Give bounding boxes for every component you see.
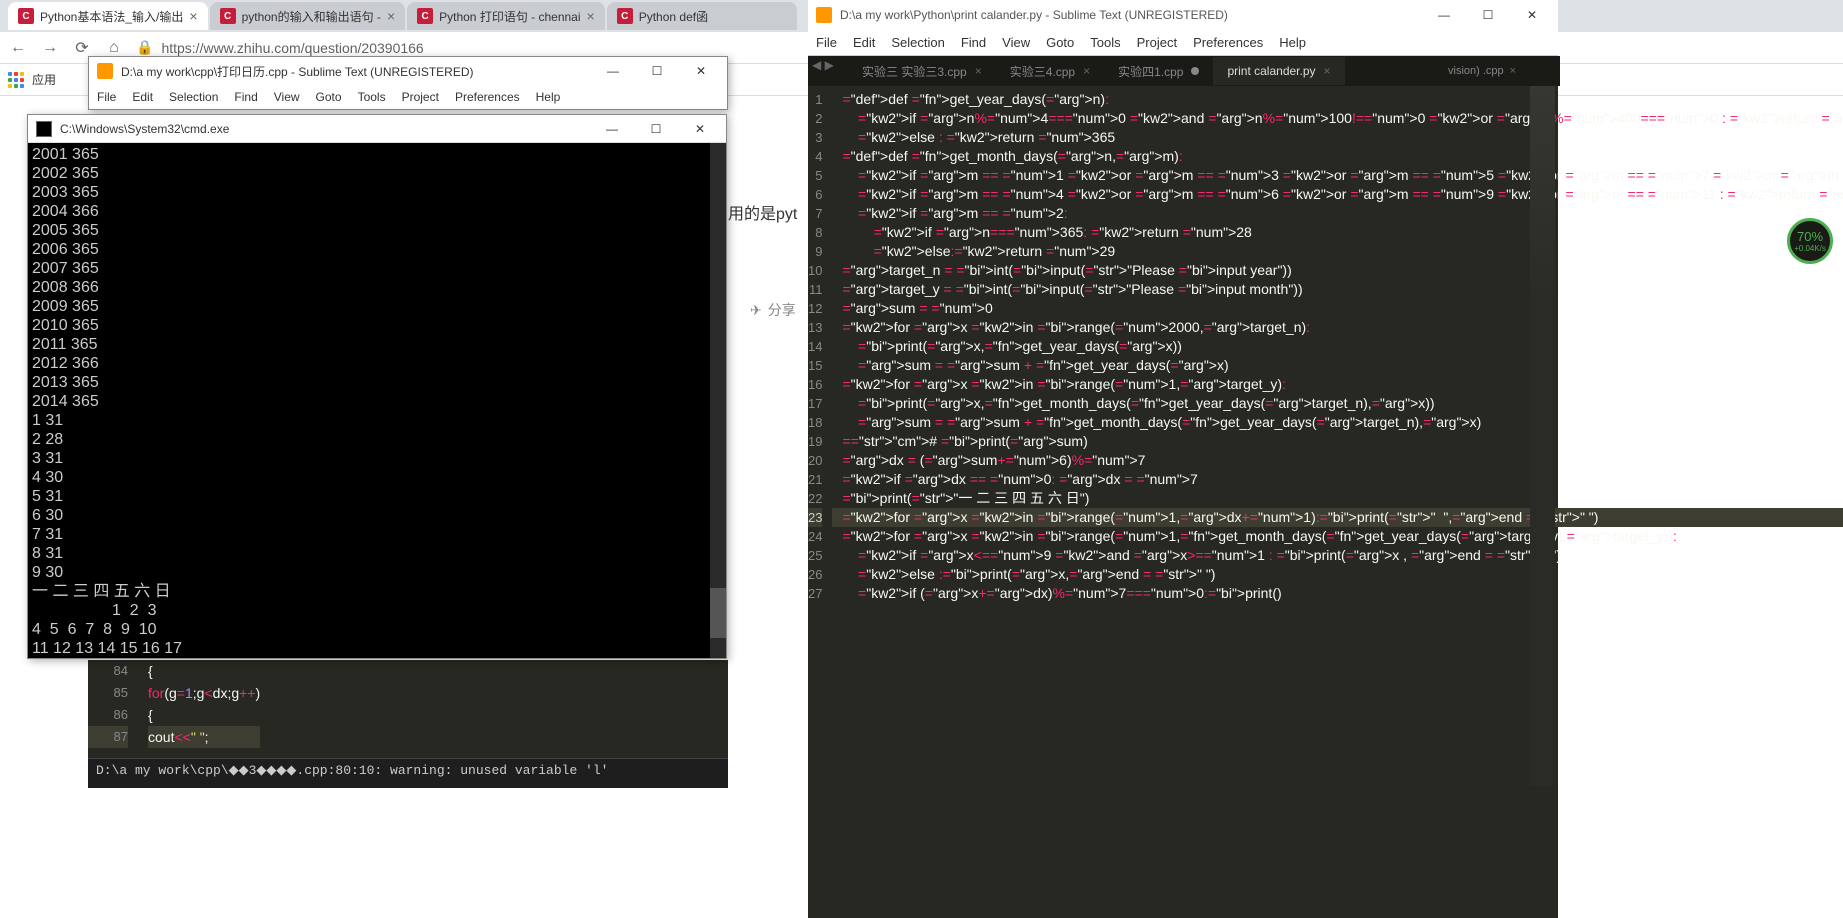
menu-view[interactable]: View [274, 90, 300, 104]
favicon: C [417, 8, 433, 24]
menu-help[interactable]: Help [1279, 35, 1306, 50]
speed-sub: +0.04K/s [1794, 244, 1826, 253]
tab-title: python的输入和输出语句 - [242, 8, 381, 25]
menu-goto[interactable]: Goto [1046, 35, 1074, 50]
share-icon: ✈ [750, 302, 762, 319]
minimize-button[interactable]: — [595, 58, 631, 84]
close-icon[interactable]: × [1510, 65, 1516, 77]
code-content[interactable]: ="def">def ="fn">get_year_days(="arg">n)… [832, 86, 1843, 918]
sublime-window-left: D:\a my work\cpp\打印日历.cpp - Sublime Text… [88, 56, 728, 110]
minimize-button[interactable]: — [1426, 2, 1462, 28]
menu-selection[interactable]: Selection [169, 90, 218, 104]
tab-nav-arrows[interactable]: ◀ ▶ [812, 58, 834, 72]
code-editor-left[interactable]: 84 85 86 87 { for(g=1;g<dx;g++) { cout<<… [88, 660, 728, 770]
editor-tab-overflow[interactable]: vision) .cpp × [1440, 56, 1560, 86]
line-gutter: 1234567891011121314151617181920212223242… [808, 86, 832, 918]
maximize-button[interactable]: ☐ [639, 58, 675, 84]
cmd-titlebar[interactable]: C:\Windows\System32\cmd.exe — ☐ ✕ [28, 115, 726, 143]
menu-preferences[interactable]: Preferences [1193, 35, 1263, 50]
editor-tab-0[interactable]: 实验三 实验三3.cpp× [848, 57, 996, 85]
code-content[interactable]: { for(g=1;g<dx;g++) { cout<<" "; [136, 660, 260, 748]
browser-tab-0[interactable]: C Python基本语法_输入/输出 × [8, 2, 208, 30]
menu-bar: File Edit Selection Find View Goto Tools… [89, 85, 727, 109]
menu-help[interactable]: Help [536, 90, 561, 104]
close-icon[interactable]: × [587, 8, 595, 24]
forward-button[interactable]: → [40, 38, 60, 58]
apps-icon[interactable] [8, 72, 24, 88]
browser-tab-2[interactable]: C Python 打印语句 - chennai × [407, 2, 605, 30]
lock-icon: 🔒 [136, 39, 153, 56]
back-button[interactable]: ← [8, 38, 28, 58]
menu-edit[interactable]: Edit [853, 35, 875, 50]
url-text: https://www.zhihu.com/question/20390166 [161, 40, 423, 56]
browser-tab-1[interactable]: C python的输入和输出语句 - × [210, 2, 406, 30]
line-gutter: 84 85 86 87 [88, 660, 136, 770]
browser-tab-3[interactable]: C Python def函 [607, 2, 797, 30]
window-title: D:\a my work\Python\print calander.py - … [840, 8, 1228, 22]
cmd-window: C:\Windows\System32\cmd.exe — ☐ ✕ 2001 3… [27, 114, 727, 659]
cmd-icon [36, 121, 52, 137]
window-titlebar[interactable]: D:\a my work\Python\print calander.py - … [808, 0, 1558, 30]
menu-selection[interactable]: Selection [891, 35, 944, 50]
menu-project[interactable]: Project [1137, 35, 1177, 50]
menu-file[interactable]: File [816, 35, 837, 50]
cmd-title-text: C:\Windows\System32\cmd.exe [60, 122, 229, 136]
sublime-window-right: D:\a my work\Python\print calander.py - … [808, 0, 1558, 918]
minimap-viewport [1530, 86, 1555, 306]
cmd-output[interactable]: 2001 365 2002 365 2003 365 2004 366 2005… [28, 143, 726, 658]
zhihu-content: 用的是pyt [728, 200, 797, 224]
menu-edit[interactable]: Edit [132, 90, 153, 104]
menu-find[interactable]: Find [234, 90, 257, 104]
menu-file[interactable]: File [97, 90, 116, 104]
menu-goto[interactable]: Goto [316, 90, 342, 104]
maximize-button[interactable]: ☐ [1470, 2, 1506, 28]
favicon: C [220, 8, 236, 24]
close-icon[interactable]: × [1324, 64, 1331, 78]
menu-tools[interactable]: Tools [1090, 35, 1120, 50]
close-icon[interactable]: × [975, 64, 982, 78]
close-icon[interactable]: × [1083, 64, 1090, 78]
speed-main: 70% [1797, 229, 1823, 244]
window-title: D:\a my work\cpp\打印日历.cpp - Sublime Text… [121, 63, 474, 80]
favicon: C [617, 8, 633, 24]
network-speed-widget[interactable]: 70% +0.04K/s [1787, 218, 1833, 264]
menu-preferences[interactable]: Preferences [455, 90, 520, 104]
apps-label[interactable]: 应用 [32, 71, 56, 88]
menu-tools[interactable]: Tools [358, 90, 386, 104]
editor-tab-3[interactable]: print calander.py× [1213, 57, 1344, 85]
code-editor-right[interactable]: 1234567891011121314151617181920212223242… [808, 86, 1558, 918]
modified-dot-icon [1191, 67, 1199, 75]
menu-view[interactable]: View [1002, 35, 1030, 50]
tab-title: Python def函 [639, 8, 787, 25]
minimap[interactable] [1530, 86, 1555, 786]
build-console: D:\a my work\cpp\◆◆3◆◆◆◆.cpp:80:10: warn… [88, 758, 728, 788]
app-icon [97, 63, 113, 79]
zhihu-share[interactable]: ✈ 分享 [750, 300, 796, 320]
editor-tab-2[interactable]: 实验四1.cpp [1104, 57, 1213, 85]
menu-bar: File Edit Selection Find View Goto Tools… [808, 30, 1558, 56]
home-button[interactable]: ⌂ [104, 38, 124, 58]
tab-title: Python 打印语句 - chennai [439, 8, 580, 25]
maximize-button[interactable]: ☐ [638, 116, 674, 142]
favicon: C [18, 8, 34, 24]
close-button[interactable]: ✕ [682, 116, 718, 142]
scrollbar-thumb[interactable] [710, 588, 726, 638]
menu-project[interactable]: Project [402, 90, 439, 104]
app-icon [816, 7, 832, 23]
reload-button[interactable]: ⟳ [72, 38, 92, 58]
scrollbar[interactable] [710, 143, 726, 658]
minimize-button[interactable]: — [594, 116, 630, 142]
close-button[interactable]: ✕ [1514, 2, 1550, 28]
editor-tab-1[interactable]: 实验三4.cpp× [996, 57, 1104, 85]
close-icon[interactable]: × [189, 8, 197, 24]
close-icon[interactable]: × [387, 8, 395, 24]
close-button[interactable]: ✕ [683, 58, 719, 84]
menu-find[interactable]: Find [961, 35, 986, 50]
cmd-text: 2001 365 2002 365 2003 365 2004 366 2005… [32, 145, 722, 658]
tab-title: Python基本语法_输入/输出 [40, 8, 183, 25]
window-titlebar[interactable]: D:\a my work\cpp\打印日历.cpp - Sublime Text… [89, 57, 727, 85]
